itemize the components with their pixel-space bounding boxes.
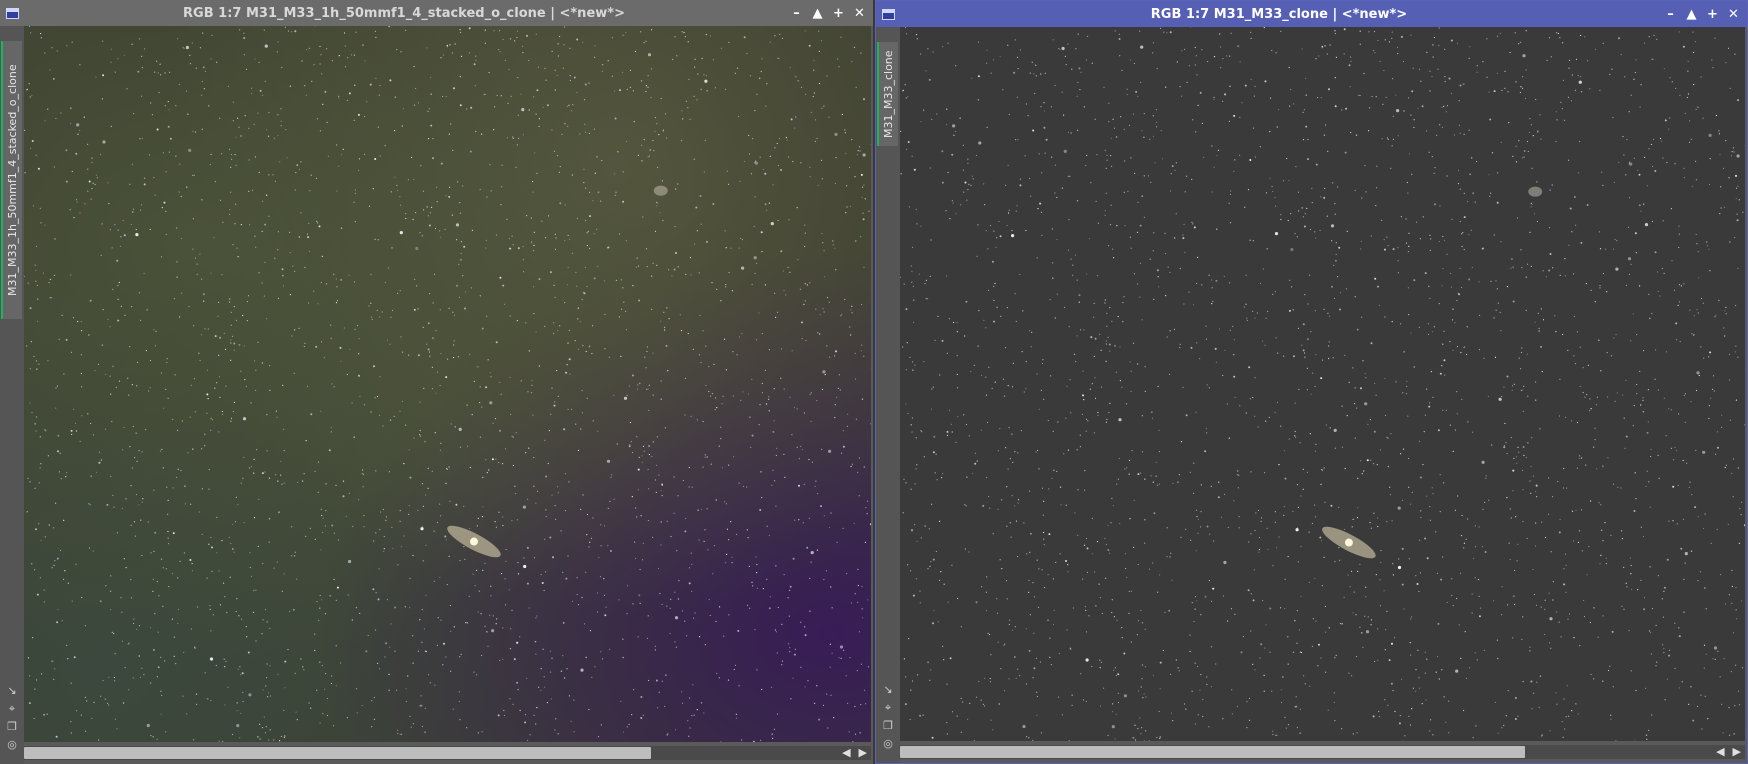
target-icon[interactable]: ◎ [5, 738, 19, 752]
target-icon[interactable]: ◎ [881, 737, 895, 751]
maximize-icon[interactable]: + [1705, 7, 1720, 22]
scroll-right-icon[interactable]: ▶ [1733, 745, 1741, 759]
image-viewport[interactable] [900, 27, 1745, 741]
window-titlebar[interactable]: RGB 1:7 M31_M33_clone | <*new*> – ▲ + ✕ [876, 1, 1747, 27]
fit-view-icon[interactable]: ⌖ [881, 701, 895, 715]
scrollbar-thumb[interactable] [24, 747, 651, 759]
galaxy-m33 [653, 185, 668, 196]
galaxy-m31-core [469, 537, 478, 546]
fit-view-icon[interactable]: ⌖ [5, 702, 19, 716]
galaxy-m33 [1528, 186, 1543, 197]
close-icon[interactable]: ✕ [1726, 7, 1741, 22]
window-icon [882, 8, 895, 20]
arrow-diagonal-icon[interactable]: ↘ [5, 684, 19, 698]
horizontal-scrollbar[interactable]: ◀ ▶ [24, 746, 871, 760]
scrollbar-thumb[interactable] [900, 746, 1526, 758]
window-titlebar[interactable]: RGB 1:7 M31_M33_1h_50mmf1_4_stacked_o_cl… [0, 0, 873, 26]
clone-window-icon[interactable]: ❐ [881, 719, 895, 733]
horizontal-scrollbar[interactable]: ◀ ▶ [900, 745, 1745, 759]
starfield-image [24, 26, 871, 742]
window-title: RGB 1:7 M31_M33_clone | <*new*> [1150, 6, 1408, 22]
view-tab[interactable]: M31_M33_clone [877, 42, 898, 146]
starfield-image [900, 27, 1745, 741]
window-icon [6, 7, 19, 19]
shade-icon[interactable]: ▲ [1684, 7, 1699, 22]
close-icon[interactable]: ✕ [852, 6, 867, 21]
scroll-right-icon[interactable]: ▶ [859, 746, 867, 760]
minimize-icon[interactable]: – [1663, 7, 1678, 22]
galaxy-m31-core [1344, 538, 1353, 547]
scroll-left-icon[interactable]: ◀ [842, 746, 850, 760]
image-window-left[interactable]: RGB 1:7 M31_M33_1h_50mmf1_4_stacked_o_cl… [0, 0, 873, 764]
view-tab[interactable]: M31_M33_1h_50mmf1_4_stacked_o_clone [1, 41, 22, 319]
side-tab-strip: M31_M33_clone ↘ ⌖ ❐ ◎ [876, 27, 900, 763]
clone-window-icon[interactable]: ❐ [5, 720, 19, 734]
shade-icon[interactable]: ▲ [810, 6, 825, 21]
scroll-left-icon[interactable]: ◀ [1716, 745, 1724, 759]
stars-layer [900, 27, 1745, 741]
minimize-icon[interactable]: – [789, 6, 804, 21]
arrow-diagonal-icon[interactable]: ↘ [881, 683, 895, 697]
side-tab-strip: M31_M33_1h_50mmf1_4_stacked_o_clone ↘ ⌖ … [0, 26, 24, 764]
stars-layer [24, 26, 871, 742]
maximize-icon[interactable]: + [831, 6, 846, 21]
window-title: RGB 1:7 M31_M33_1h_50mmf1_4_stacked_o_cl… [183, 5, 625, 21]
image-viewport[interactable] [24, 26, 871, 742]
image-window-right[interactable]: RGB 1:7 M31_M33_clone | <*new*> – ▲ + ✕ … [875, 0, 1748, 764]
